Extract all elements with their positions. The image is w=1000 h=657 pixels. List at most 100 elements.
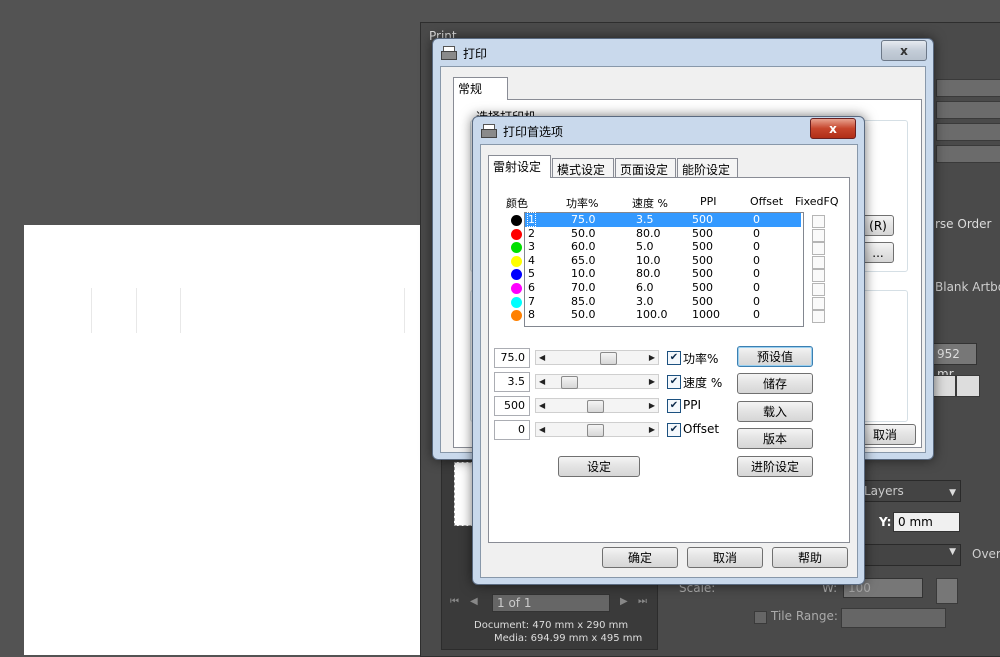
tab-mode-settings[interactable]: 模式设定 [552,158,614,178]
color-swatch [511,228,522,240]
slider-thumb[interactable] [587,400,605,413]
link-icon[interactable] [936,578,958,604]
row-index: 3 [528,240,535,254]
scroll-left-icon[interactable]: ◀ [539,399,545,412]
ai-field[interactable] [936,101,1000,119]
table-row[interactable]: 3 60.0 5.0 500 0 [525,240,801,254]
last-page-icon[interactable]: ⏭ [638,596,647,607]
color-swatch [511,296,522,308]
value-slider[interactable]: ◀ ▶ [535,374,659,389]
scroll-left-icon[interactable]: ◀ [539,423,545,436]
tab-laser-settings[interactable]: 雷射设定 [488,155,551,178]
fixedfq-checkbox[interactable] [812,255,825,269]
value-field[interactable]: 75.0 [494,348,530,368]
table-row[interactable]: 5 10.0 80.0 500 0 [525,267,801,281]
set-button[interactable]: 设定 [558,456,640,477]
layers-dropdown[interactable]: Layers ▼ [859,480,961,502]
enable-checkbox[interactable]: ✔ [667,399,681,413]
ai-field[interactable] [936,79,1000,97]
offset-cell: 0 [753,253,760,267]
scroll-right-icon[interactable]: ▶ [649,375,655,388]
table-row[interactable]: 6 70.0 6.0 500 0 [525,281,801,295]
value-field[interactable]: 3.5 [494,372,530,392]
tile-range-label: Tile Range: [771,609,838,623]
scroll-left-icon[interactable]: ◀ [539,375,545,388]
row-index: 8 [528,308,535,322]
tab-page-settings[interactable]: 页面设定 [615,158,676,178]
close-button[interactable]: x [810,118,856,139]
value-slider[interactable]: ◀ ▶ [535,398,659,413]
slider-thumb[interactable] [560,376,578,389]
table-row[interactable]: 2 50.0 80.0 500 0 [525,227,801,241]
table-row[interactable]: 8 50.0 100.0 1000 0 [525,308,801,322]
col-header-offset: Offset [750,195,784,208]
version-button[interactable]: 版本 [737,428,813,449]
preferences-button[interactable]: ... [862,242,894,263]
tab-power-level-settings[interactable]: 能阶设定 [677,158,738,178]
cancel-button[interactable]: 取消 [687,547,763,568]
scroll-right-icon[interactable]: ▶ [649,423,655,436]
row-index: 1 [527,212,536,227]
print-dialog-title: 打印 [463,46,488,61]
power-cell: 10.0 [571,267,596,281]
checkbox-label: Offset [683,422,720,436]
y-field[interactable]: 0 mm [893,512,960,532]
page-nav-field[interactable]: 1 of 1 [492,594,610,612]
find-printer-button[interactable]: (R) [862,215,894,236]
printer-icon [441,46,457,60]
col-header-fixedfq: FixedFQ [795,195,839,208]
ok-button[interactable]: 确定 [602,547,678,568]
save-button[interactable]: 储存 [737,373,813,394]
enable-checkbox[interactable]: ✔ [667,351,681,365]
enable-checkbox[interactable]: ✔ [667,375,681,389]
tile-range-field[interactable] [841,608,946,628]
fixedfq-checkbox[interactable] [812,296,825,310]
orientation-icon[interactable] [932,375,956,397]
advanced-settings-button[interactable]: 进阶设定 [737,456,813,477]
scroll-right-icon[interactable]: ▶ [649,399,655,412]
overflow-dropdown[interactable]: ▼ [859,544,961,566]
scroll-left-icon[interactable]: ◀ [539,351,545,364]
tile-range-checkbox[interactable] [754,611,767,624]
artboard-canvas [24,225,420,655]
scroll-right-icon[interactable]: ▶ [649,351,655,364]
table-row[interactable]: 1 75.0 3.5 500 0 [525,212,801,227]
guide-line [180,288,181,333]
fixedfq-checkbox[interactable] [812,283,825,296]
speed-cell: 80.0 [636,267,661,281]
ai-field[interactable] [936,123,1000,141]
slider-thumb[interactable] [587,424,605,437]
laser-layer-list[interactable]: 1 75.0 3.5 500 0 2 50.0 80.0 500 0 3 60.0 5.0 500 0 4 65… [524,212,804,327]
close-button[interactable]: x [881,40,927,61]
first-page-icon[interactable]: ⏮ [450,596,459,607]
next-page-icon[interactable]: ▶ [620,596,628,607]
value-slider[interactable]: ◀ ▶ [535,350,659,365]
enable-checkbox[interactable]: ✔ [667,423,681,437]
value-slider[interactable]: ◀ ▶ [535,422,659,437]
color-swatch [511,283,522,294]
value-field[interactable]: 500 [494,396,530,416]
slider-thumb[interactable] [600,352,618,365]
value-field[interactable]: 0 [494,420,530,440]
table-row[interactable]: 4 65.0 10.0 500 0 [525,254,801,268]
fixedfq-checkbox[interactable] [812,228,825,242]
orientation-icon[interactable] [956,375,980,397]
speed-cell: 10.0 [636,253,661,267]
table-row[interactable]: 7 85.0 3.0 500 0 [525,295,801,309]
preset-button[interactable]: 预设值 [737,346,813,367]
prev-page-icon[interactable]: ◀ [470,596,478,607]
ppi-cell: 500 [692,294,713,308]
power-cell: 70.0 [571,281,596,294]
fixedfq-checkbox[interactable] [812,310,825,324]
tab-general[interactable]: 常规 [453,77,508,100]
ppi-cell: 500 [692,213,713,226]
load-button[interactable]: 载入 [737,401,813,422]
fixedfq-checkbox[interactable] [812,215,825,228]
help-button[interactable]: 帮助 [772,547,848,568]
fixedfq-checkbox[interactable] [812,269,825,283]
color-swatch [511,215,522,226]
size-field[interactable]: 952 mr [932,343,977,381]
ai-field[interactable] [936,145,1000,163]
speed-cell: 3.5 [636,213,654,226]
fixedfq-checkbox[interactable] [812,242,825,256]
